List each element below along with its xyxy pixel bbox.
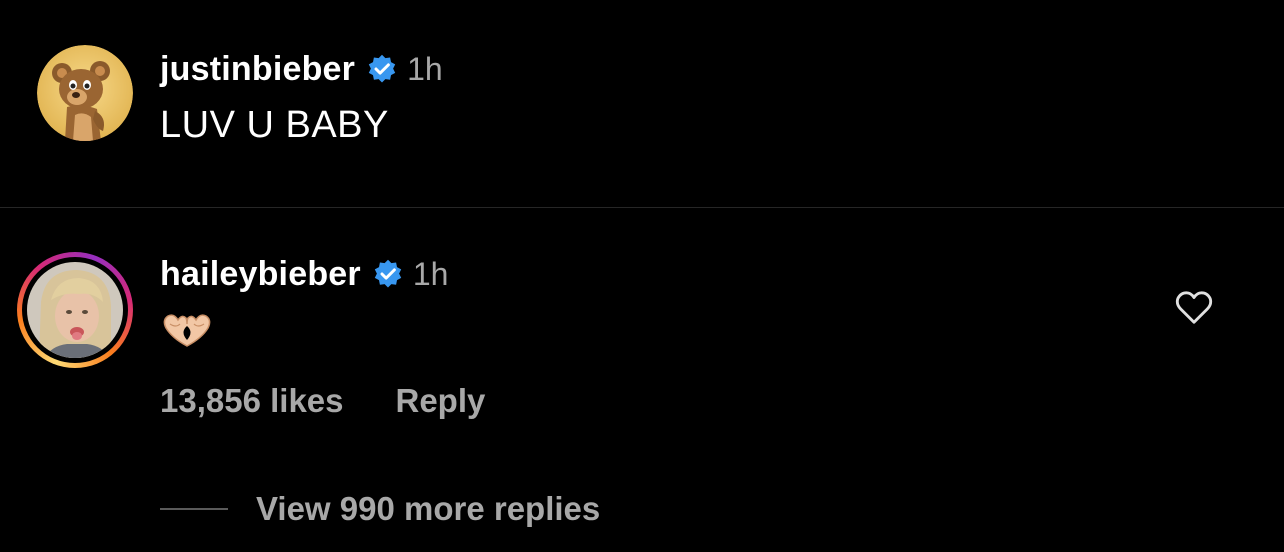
username[interactable]: justinbieber — [160, 50, 355, 89]
verified-badge-icon — [368, 54, 396, 83]
teddy-bear-avatar[interactable] — [37, 45, 133, 141]
view-replies-button[interactable]: View 990 more replies — [160, 490, 600, 528]
comment-header: haileybieber 1h — [160, 252, 448, 296]
heart-hands-emoji-icon — [163, 314, 211, 347]
comment-meta: 13,856 likes Reply — [160, 382, 485, 420]
story-ring[interactable] — [17, 252, 133, 368]
child-photo-avatar[interactable] — [27, 262, 123, 358]
reply-button[interactable]: Reply — [396, 382, 486, 420]
username[interactable]: haileybieber — [160, 255, 361, 294]
verified-badge-icon — [374, 259, 402, 288]
comment-item: justinbieber 1h LUV U BABY — [0, 0, 1284, 207]
comments-screen: justinbieber 1h LUV U BABY haileybieber … — [0, 0, 1284, 552]
comment-item: haileybieber 1h 13,856 likes Reply View … — [0, 208, 1284, 552]
comment-text: LUV U BABY — [160, 104, 389, 146]
comment-time: 1h — [407, 50, 443, 87]
view-replies-label[interactable]: View 990 more replies — [256, 490, 600, 528]
view-replies-line — [160, 508, 228, 510]
heart-icon[interactable] — [1175, 290, 1213, 326]
comment-header: justinbieber 1h — [160, 47, 443, 91]
comment-time: 1h — [412, 255, 449, 292]
likes-count[interactable]: 13,856 likes — [160, 382, 344, 420]
